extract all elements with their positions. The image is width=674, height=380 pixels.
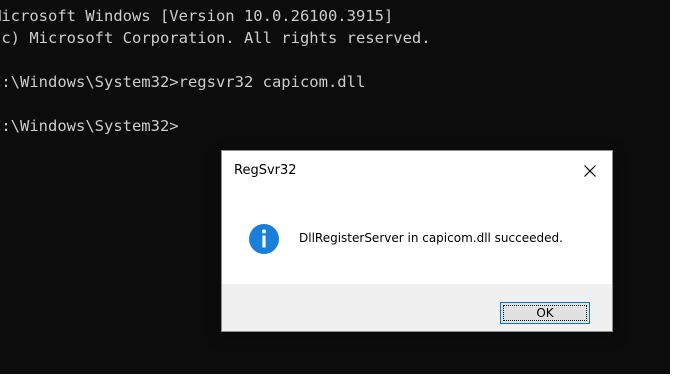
dialog-button-bar: OK xyxy=(222,284,612,331)
console-line: C:\Windows\System32>regsvr32 capicom.dll xyxy=(0,73,366,91)
console-line: C:\Windows\System32> xyxy=(0,117,179,135)
console-line: (c) Microsoft Corporation. All rights re… xyxy=(0,29,431,47)
message-row: DllRegisterServer in capicom.dll succeed… xyxy=(248,223,598,255)
regsvr32-dialog: RegSvr32 DllRegisterServer in capicom.dl… xyxy=(221,150,613,332)
close-button[interactable] xyxy=(574,157,606,185)
console-line: Microsoft Windows [Version 10.0.26100.39… xyxy=(0,7,394,25)
dialog-title-bar[interactable]: RegSvr32 xyxy=(222,151,612,193)
dialog-title: RegSvr32 xyxy=(234,163,297,178)
dialog-message: DllRegisterServer in capicom.dll succeed… xyxy=(299,231,563,245)
info-icon xyxy=(249,224,279,254)
ok-button[interactable]: OK xyxy=(500,302,590,324)
close-icon xyxy=(584,165,596,177)
